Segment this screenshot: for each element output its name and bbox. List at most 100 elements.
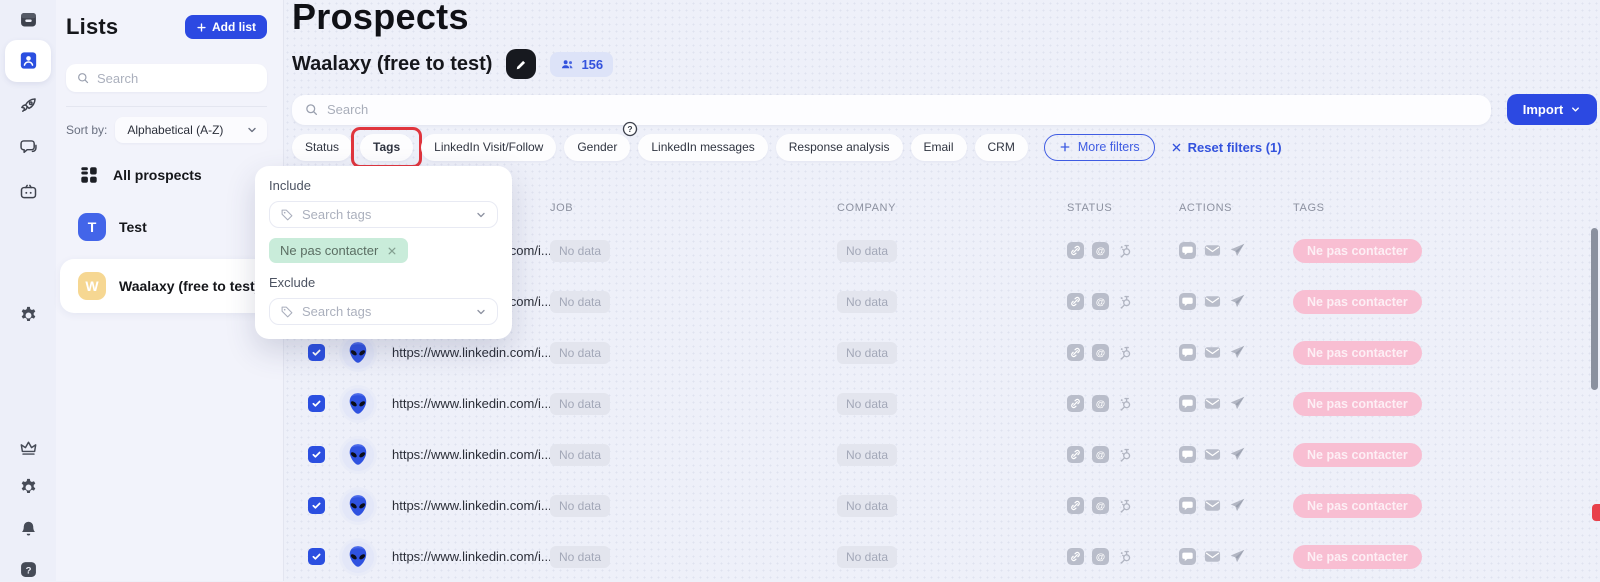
prospect-linkedin-url[interactable]: https://www.linkedin.com/i...: [392, 345, 552, 360]
lists: All prospectsTTestWWaalaxy (free to test…: [66, 155, 267, 313]
email-action-icon[interactable]: [1204, 242, 1221, 259]
include-tags-select[interactable]: Search tags: [269, 201, 498, 228]
filter-chip-label: Gender: [577, 140, 617, 154]
prospects-search-input[interactable]: [327, 102, 1479, 117]
filter-chip-linkedin-messages[interactable]: LinkedIn messages: [638, 134, 767, 161]
send-icon[interactable]: [1229, 293, 1246, 310]
linkedin-message-icon[interactable]: [1179, 395, 1196, 412]
help-icon: ?: [622, 121, 638, 137]
exclude-tags-select[interactable]: Search tags: [269, 298, 498, 325]
filter-chip-response-analysis[interactable]: Response analysis: [776, 134, 903, 161]
messages-icon[interactable]: [16, 136, 40, 160]
email-action-icon[interactable]: [1204, 497, 1221, 514]
send-icon[interactable]: [1229, 497, 1246, 514]
icon-rail: ?: [0, 0, 56, 581]
chevron-down-icon: [475, 306, 487, 318]
email-action-icon[interactable]: [1204, 446, 1221, 463]
prospect-tag-pill: Ne pas contacter: [1293, 290, 1422, 314]
row-checkbox[interactable]: [308, 395, 325, 412]
row-checkbox[interactable]: [308, 548, 325, 565]
filter-chip-status[interactable]: Status: [292, 134, 352, 161]
close-icon: [1171, 142, 1182, 153]
included-tag-chip[interactable]: Ne pas contacter: [269, 238, 408, 263]
email-action-icon[interactable]: [1204, 548, 1221, 565]
remove-tag-icon[interactable]: [387, 246, 397, 256]
filter-chip-crm[interactable]: CRM: [975, 134, 1028, 161]
reset-filters-button[interactable]: Reset filters (1): [1171, 140, 1282, 155]
prospect-linkedin-url[interactable]: https://www.linkedin.com/i...: [392, 447, 552, 462]
row-checkbox[interactable]: [308, 497, 325, 514]
column-header-status: STATUS: [1067, 202, 1179, 214]
chevron-down-icon: [246, 124, 258, 136]
hubspot-icon: [1117, 497, 1134, 514]
company-value: No data: [837, 444, 897, 466]
send-icon[interactable]: [1229, 548, 1246, 565]
edge-widget: [1592, 504, 1600, 521]
add-list-button[interactable]: Add list: [185, 15, 267, 39]
row-checkbox[interactable]: [308, 446, 325, 463]
prospect-linkedin-url[interactable]: https://www.linkedin.com/i...: [392, 549, 552, 564]
filter-chip-label: Response analysis: [789, 140, 890, 154]
table-row: https://www.linkedin.com/i... No data No…: [308, 429, 1600, 480]
send-icon[interactable]: [1229, 242, 1246, 259]
filter-chip-linkedin-visit-follow[interactable]: LinkedIn Visit/Follow: [421, 134, 556, 161]
resources-icon[interactable]: [16, 180, 40, 204]
status-icons: @: [1067, 548, 1179, 565]
email-action-icon[interactable]: [1204, 293, 1221, 310]
column-header-company: COMPANY: [837, 202, 1067, 214]
filter-chip-gender[interactable]: Gender?: [564, 134, 630, 161]
sort-select[interactable]: Alphabetical (A-Z): [115, 117, 267, 143]
list-item-test[interactable]: TTest: [66, 207, 267, 247]
edit-list-button[interactable]: [506, 49, 536, 79]
action-icons: [1179, 548, 1293, 565]
linkedin-message-icon[interactable]: [1179, 242, 1196, 259]
row-checkbox[interactable]: [308, 344, 325, 361]
linkedin-message-icon[interactable]: [1179, 548, 1196, 565]
prospect-tag-pill: Ne pas contacter: [1293, 392, 1422, 416]
list-item-waalaxy-free-to-test-[interactable]: WWaalaxy (free to test): [60, 259, 284, 313]
filter-chip-label: Tags: [373, 140, 400, 154]
email-status-icon: @: [1092, 293, 1109, 310]
more-filters-button[interactable]: More filters: [1044, 134, 1155, 161]
email-action-icon[interactable]: [1204, 344, 1221, 361]
status-icons: @: [1067, 344, 1179, 361]
status-icons: @: [1067, 395, 1179, 412]
prospect-avatar: [342, 388, 374, 420]
lists-search-input[interactable]: [97, 71, 257, 86]
job-value: No data: [550, 291, 610, 313]
import-button[interactable]: Import: [1507, 94, 1597, 125]
prospect-linkedin-url[interactable]: https://www.linkedin.com/i...: [392, 396, 552, 411]
filter-chip-tags[interactable]: Tags: [360, 134, 413, 161]
lists-search: [66, 64, 267, 92]
home-icon[interactable]: [16, 8, 40, 32]
list-item-all-prospects[interactable]: All prospects: [66, 155, 267, 195]
campaigns-icon[interactable]: [16, 94, 40, 118]
included-tags: Ne pas contacter: [269, 238, 498, 263]
prospect-tag-pill: Ne pas contacter: [1293, 341, 1422, 365]
send-icon[interactable]: [1229, 344, 1246, 361]
panel-divider: [66, 106, 267, 107]
tags-cell: Ne pas contacter: [1293, 290, 1600, 314]
notifications-icon[interactable]: [16, 517, 40, 541]
tags-filter-popup: Include Search tags Ne pas contacter Exc…: [255, 166, 512, 339]
company-value: No data: [837, 342, 897, 364]
linkedin-message-icon[interactable]: [1179, 344, 1196, 361]
settings-icon[interactable]: [16, 303, 40, 327]
prospects-icon[interactable]: [5, 40, 51, 82]
upgrade-icon[interactable]: [16, 435, 40, 459]
linkedin-message-icon[interactable]: [1179, 293, 1196, 310]
vertical-scrollbar[interactable]: [1591, 228, 1598, 390]
svg-text:@: @: [1096, 348, 1105, 359]
linkedin-message-icon[interactable]: [1179, 497, 1196, 514]
filter-chip-email[interactable]: Email: [911, 134, 967, 161]
prospect-linkedin-url[interactable]: https://www.linkedin.com/i...: [392, 498, 552, 513]
email-action-icon[interactable]: [1204, 395, 1221, 412]
help-icon[interactable]: ?: [16, 557, 40, 581]
filter-chip-label: Status: [305, 140, 339, 154]
linkedin-message-icon[interactable]: [1179, 446, 1196, 463]
email-status-icon: @: [1092, 344, 1109, 361]
settings-icon[interactable]: [16, 475, 40, 499]
send-icon[interactable]: [1229, 395, 1246, 412]
linkedin-connection-icon: [1067, 446, 1084, 463]
send-icon[interactable]: [1229, 446, 1246, 463]
